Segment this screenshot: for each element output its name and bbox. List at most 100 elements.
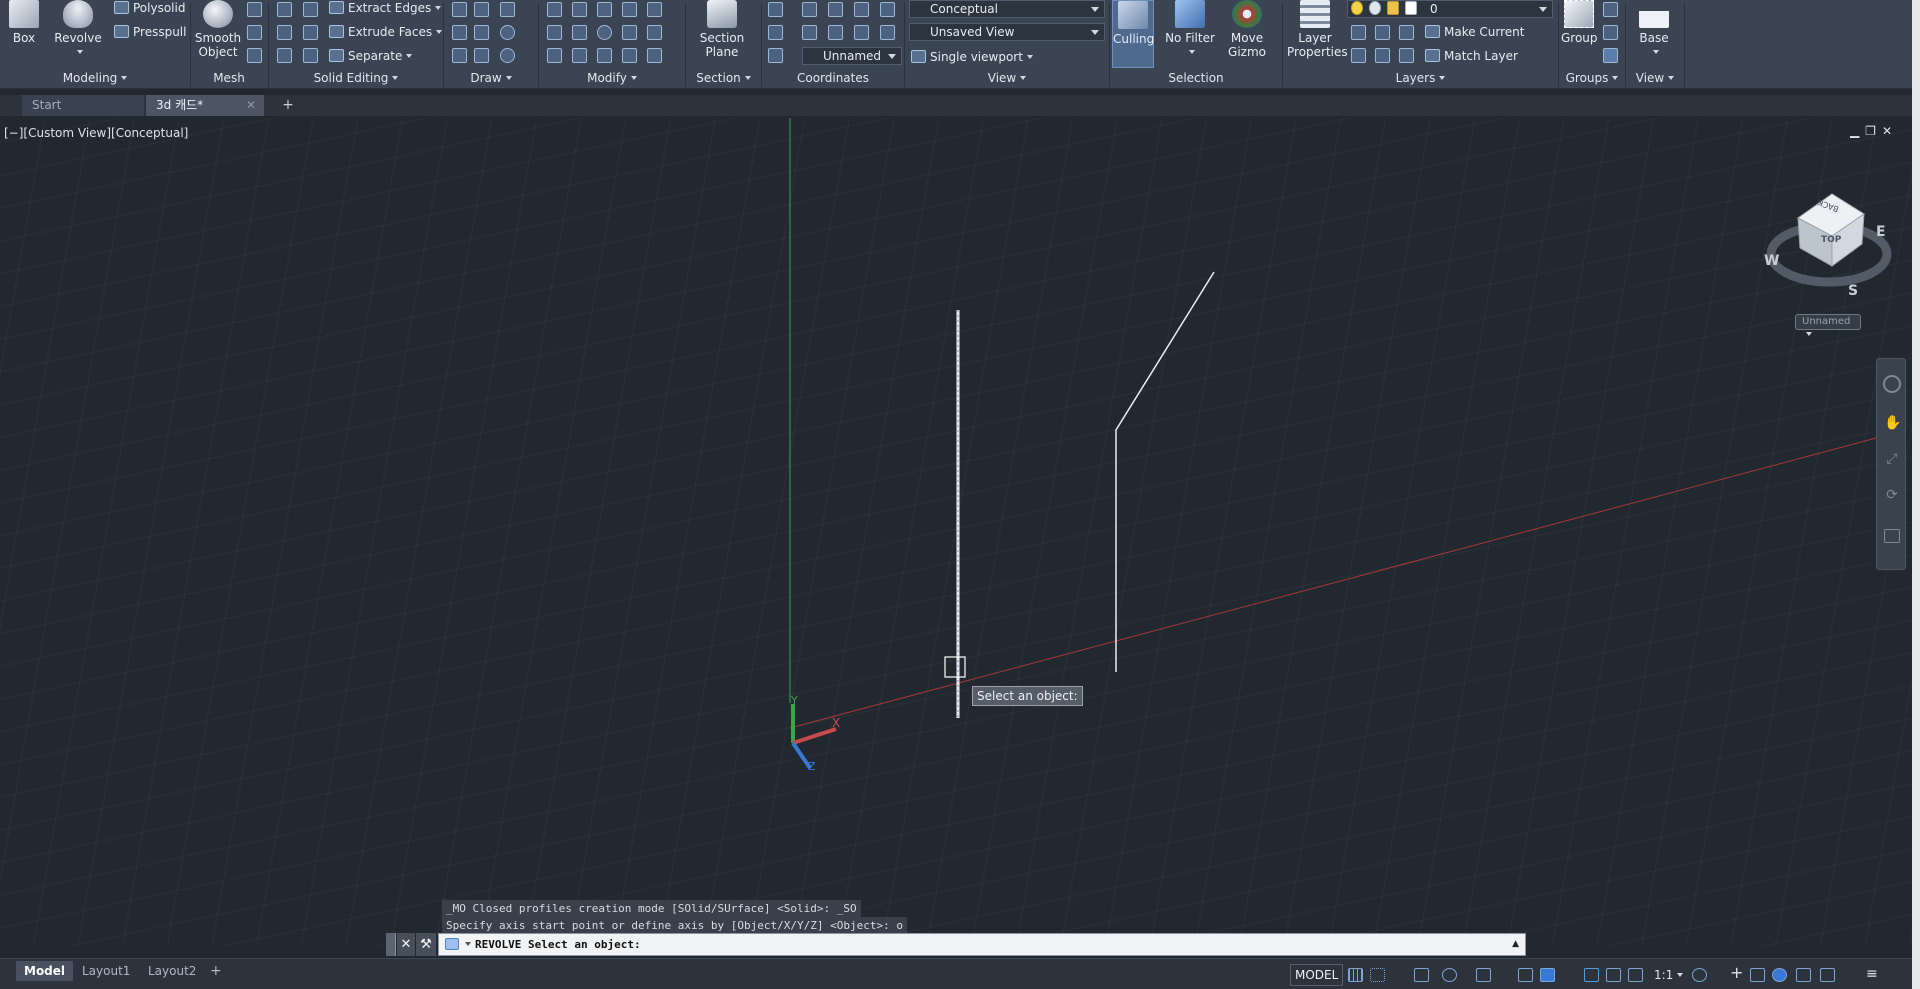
polar-icon[interactable] xyxy=(1442,968,1457,982)
ellipse-icon[interactable] xyxy=(500,48,515,63)
layer-properties-button[interactable]: Layer Properties xyxy=(1287,0,1348,59)
subtract-icon[interactable] xyxy=(277,25,292,40)
clean-screen-icon[interactable] xyxy=(1796,968,1811,982)
ucs-view-icon[interactable] xyxy=(802,25,817,40)
panel-title-draw[interactable]: Draw xyxy=(444,70,538,86)
ucs-dropdown[interactable]: Unnamed xyxy=(802,47,902,65)
ucs-y-icon[interactable] xyxy=(854,2,869,17)
model-space-toggle[interactable]: MODEL xyxy=(1290,964,1344,986)
base-button[interactable]: Base xyxy=(1636,0,1672,59)
group-select-icon[interactable] xyxy=(1603,48,1618,63)
spline-icon[interactable] xyxy=(452,25,467,40)
ortho-icon[interactable] xyxy=(1414,968,1429,982)
3d-rotate-icon[interactable] xyxy=(572,25,587,40)
group-edit-icon[interactable] xyxy=(1603,2,1618,17)
layout-tab-layout1[interactable]: Layout1 xyxy=(74,961,138,981)
command-history-toggle[interactable]: ▲ xyxy=(1512,934,1519,955)
group-button[interactable]: Group xyxy=(1561,0,1598,45)
minimize-icon[interactable]: ▁ xyxy=(1850,124,1865,138)
copy-icon[interactable] xyxy=(622,2,637,17)
culling-button[interactable]: Culling xyxy=(1112,0,1154,68)
fillet-icon[interactable] xyxy=(547,2,562,17)
scale-icon[interactable] xyxy=(597,48,612,63)
ucs-named-icon[interactable] xyxy=(768,48,783,63)
ucs-z-icon[interactable] xyxy=(880,2,895,17)
trim-icon[interactable] xyxy=(647,2,662,17)
extract-edges-button[interactable]: Extract Edges xyxy=(329,0,442,18)
layer-tool-icon[interactable] xyxy=(1399,25,1414,40)
array-icon[interactable] xyxy=(647,48,662,63)
ucs-menu-button[interactable]: Unnamed xyxy=(1795,314,1861,336)
pan-icon[interactable]: ✋ xyxy=(1884,415,1901,431)
plus-icon[interactable]: + xyxy=(1730,965,1745,981)
panel-title-groups[interactable]: Groups xyxy=(1559,70,1625,86)
layer-tool-icon[interactable] xyxy=(1351,48,1366,63)
panel-title-layers[interactable]: Layers xyxy=(1283,70,1558,86)
circle-icon[interactable] xyxy=(500,25,515,40)
compass-west-label[interactable]: W xyxy=(1764,253,1779,269)
3d-align-icon[interactable] xyxy=(572,48,587,63)
fullscreen-icon[interactable] xyxy=(1820,968,1835,982)
new-tab-button[interactable]: + xyxy=(278,95,298,116)
section-plane-button[interactable]: Section Plane xyxy=(694,0,750,59)
thicken-icon[interactable] xyxy=(303,48,318,63)
make-current-button[interactable]: Make Current xyxy=(1425,22,1525,42)
annotation-scale-icon[interactable] xyxy=(1628,968,1643,982)
union-icon[interactable] xyxy=(277,2,292,17)
compass-east-label[interactable]: E xyxy=(1876,224,1886,240)
revolve-button[interactable]: Revolve xyxy=(54,0,102,59)
panel-title-modify[interactable]: Modify xyxy=(539,70,685,86)
compass-south-label[interactable]: S xyxy=(1848,283,1858,299)
showmotion-icon[interactable] xyxy=(1884,529,1900,543)
zoom-extents-icon[interactable]: ⤢ xyxy=(1884,451,1900,467)
offset-icon[interactable] xyxy=(647,25,662,40)
customization-menu-icon[interactable]: ≡ xyxy=(1866,967,1881,982)
match-layer-button[interactable]: Match Layer xyxy=(1425,46,1518,66)
grid-icon[interactable] xyxy=(1348,968,1363,982)
isolate-objects-icon[interactable] xyxy=(1750,968,1765,982)
rotate-icon[interactable] xyxy=(572,2,587,17)
panel-title-view[interactable]: View xyxy=(905,70,1109,86)
command-line-settings-icon[interactable]: ⚒ xyxy=(416,933,436,956)
slice-icon[interactable] xyxy=(303,25,318,40)
move-icon[interactable] xyxy=(597,2,612,17)
mirror-icon[interactable] xyxy=(622,25,637,40)
mesh-tool-icon[interactable] xyxy=(247,25,262,40)
drawing-viewport[interactable]: Y X Z TOP BACK W E S [−][Custom View][Co… xyxy=(0,118,1920,946)
object-snap-icon[interactable] xyxy=(1540,968,1555,982)
polygon-icon[interactable] xyxy=(452,48,467,63)
polysolid-button[interactable]: Polysolid xyxy=(114,0,185,18)
annotation-visibility-icon[interactable] xyxy=(1584,968,1599,982)
gear-icon[interactable] xyxy=(1692,968,1707,982)
panel-title-mesh[interactable]: Mesh xyxy=(191,70,267,86)
move-gizmo-button[interactable]: Move Gizmo xyxy=(1222,0,1272,59)
layer-tool-icon[interactable] xyxy=(1351,25,1366,40)
ucs-x-icon[interactable] xyxy=(828,2,843,17)
layout-tab-layout2[interactable]: Layout2 xyxy=(140,961,204,981)
viewport-controls-label[interactable]: [−][Custom View][Conceptual] xyxy=(4,126,188,140)
orbit-icon[interactable]: ⟳ xyxy=(1884,487,1900,503)
layer-tool-icon[interactable] xyxy=(1375,48,1390,63)
polyline-icon[interactable] xyxy=(474,2,489,17)
line-icon[interactable] xyxy=(452,2,467,17)
erase-icon[interactable] xyxy=(547,48,562,63)
ucs-object-icon[interactable] xyxy=(828,25,843,40)
ucs-icon[interactable] xyxy=(768,2,783,17)
separate-button[interactable]: Separate xyxy=(329,46,413,66)
smooth-object-button[interactable]: Smooth Object xyxy=(193,0,243,59)
extrude-faces-button[interactable]: Extrude Faces xyxy=(329,22,443,42)
panel-title-coordinates[interactable]: Coordinates xyxy=(762,70,904,86)
command-prompt-icon[interactable] xyxy=(445,938,459,950)
command-line-handle[interactable] xyxy=(386,933,396,956)
restore-icon[interactable]: ❐ xyxy=(1865,124,1882,138)
auto-scale-icon[interactable] xyxy=(1606,968,1621,982)
new-layout-button[interactable]: + xyxy=(210,961,222,981)
viewport-config-button[interactable]: Single viewport xyxy=(911,47,1033,67)
ucs-origin-icon[interactable] xyxy=(768,25,783,40)
annotation-scale-value[interactable]: 1:1 xyxy=(1654,965,1684,985)
presspull-button[interactable]: Presspull xyxy=(114,22,186,42)
snap-icon[interactable] xyxy=(1370,968,1385,982)
object-snap-tracking-icon[interactable] xyxy=(1518,968,1533,982)
layer-tool-icon[interactable] xyxy=(1399,48,1414,63)
intersect-icon[interactable] xyxy=(277,48,292,63)
